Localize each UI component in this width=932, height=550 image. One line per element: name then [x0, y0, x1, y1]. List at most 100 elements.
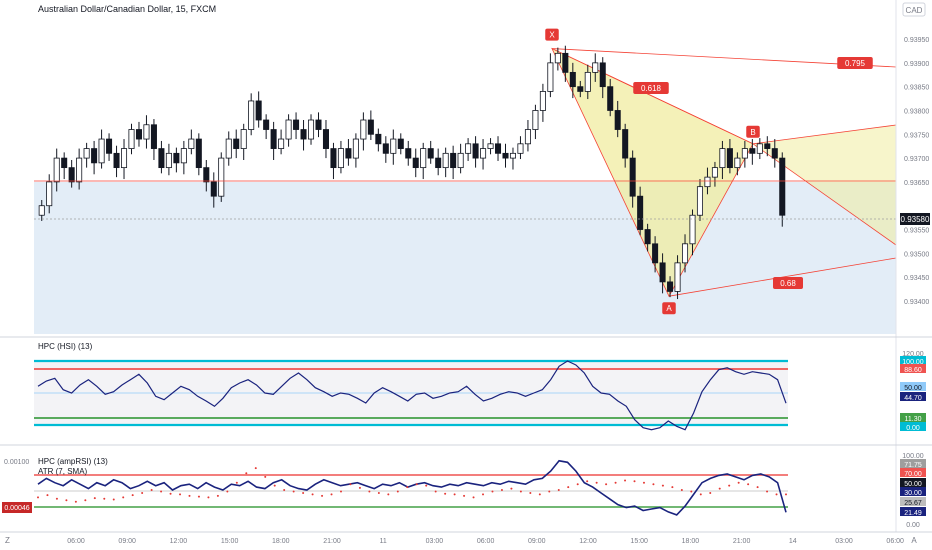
atr-dot — [567, 486, 570, 489]
candle-body — [68, 167, 75, 183]
time-tick-label: 03:00 — [426, 538, 444, 545]
time-tick-label: 15:00 — [630, 538, 648, 545]
atr-dot — [349, 483, 352, 486]
candle-body — [749, 148, 756, 154]
candle-body — [46, 181, 53, 207]
candle-body — [218, 157, 225, 197]
atr-dot — [368, 490, 371, 493]
atr-dot — [377, 491, 380, 494]
candle-body — [554, 52, 561, 64]
atr-dot — [624, 479, 627, 482]
atr-dot — [434, 490, 437, 493]
candle-body — [644, 229, 651, 245]
atr-dot — [453, 493, 456, 496]
atr-dot — [37, 496, 39, 499]
candle-body — [188, 138, 195, 149]
auto-scale-button[interactable]: A — [911, 536, 917, 545]
candle-body — [91, 148, 98, 164]
point-a-label: A — [666, 304, 672, 313]
time-tick-label: 18:00 — [682, 538, 700, 545]
atr-dot — [387, 493, 390, 496]
candle-body — [622, 129, 629, 159]
candle-body — [278, 138, 285, 149]
candle-body — [607, 86, 614, 111]
atr-dot — [216, 494, 219, 497]
amp-label: 100.00 — [902, 453, 924, 460]
point-b-label: B — [750, 128, 755, 137]
atr-dot — [548, 490, 551, 493]
atr-top-label: 0.00100 — [4, 459, 29, 466]
support-zone — [34, 182, 896, 334]
atr-dot — [302, 491, 305, 494]
atr-dot — [55, 497, 58, 500]
atr-title: ATR (7, SMA) — [38, 467, 88, 476]
candle-body — [106, 138, 113, 154]
time-tick-label: 11 — [380, 538, 387, 545]
candle-body — [293, 119, 300, 130]
atr-dot — [652, 483, 655, 486]
candle-body — [764, 143, 771, 149]
candle-body — [659, 262, 666, 283]
atr-dot — [633, 480, 636, 483]
atr-dot — [330, 493, 333, 496]
timezone-button[interactable]: Z — [5, 536, 10, 545]
time-tick-label: 12:00 — [579, 538, 597, 545]
candle-body — [360, 119, 367, 140]
candle-body — [158, 148, 165, 169]
candle-body — [480, 148, 487, 159]
atr-dot — [538, 493, 541, 496]
atr-dot — [728, 484, 731, 487]
candle-body — [405, 148, 412, 159]
candle-body — [614, 110, 621, 130]
candle-body — [300, 129, 307, 140]
atr-dot — [576, 483, 579, 486]
candle-body — [592, 62, 599, 73]
candle-body — [61, 157, 68, 169]
candle-body — [98, 138, 105, 164]
candle-body — [599, 62, 606, 88]
time-tick-label: 15:00 — [221, 538, 239, 545]
atr-dot — [84, 499, 87, 502]
atr-dot — [614, 481, 617, 484]
candle-body — [390, 138, 397, 154]
point-x-label: X — [549, 31, 555, 40]
atr-dot — [169, 492, 172, 495]
candle-body — [442, 152, 449, 169]
amp-label: 25.67 — [904, 500, 922, 507]
price-tick-label: 0.93550 — [904, 228, 929, 235]
candle-body — [397, 138, 404, 149]
candle-body — [322, 129, 329, 149]
time-tick-label: 03:00 — [835, 538, 853, 545]
candle-body — [375, 133, 382, 145]
price-tick-label: 0.93700 — [904, 156, 929, 163]
candle-body — [517, 143, 524, 154]
candle-body — [203, 167, 210, 183]
trading-chart[interactable]: X A B 0.618 0.795 0.68 Australian Dollar/Cana… — [0, 0, 932, 550]
candle-body — [689, 214, 696, 245]
hsi-label: 50.00 — [904, 385, 922, 392]
atr-dot — [122, 496, 125, 499]
atr-dot — [93, 497, 96, 500]
candle-body — [165, 152, 172, 169]
atr-dot — [396, 490, 399, 493]
candle-body — [637, 195, 644, 230]
candle-body — [233, 138, 240, 149]
amp-label: 21.49 — [904, 510, 922, 517]
candle-body — [382, 143, 389, 154]
atr-dot — [112, 498, 115, 501]
candle-body — [240, 129, 247, 149]
atr-dot — [358, 486, 361, 489]
candle-body — [143, 124, 150, 140]
candle-body — [756, 143, 763, 154]
candle-body — [629, 157, 636, 197]
candle-body — [682, 243, 689, 264]
candle-body — [345, 148, 352, 159]
candle-body — [113, 152, 120, 169]
atr-dot — [529, 491, 532, 494]
time-tick-label: 12:00 — [170, 538, 188, 545]
atr-dot — [690, 490, 693, 493]
atr-dot — [254, 467, 257, 470]
atr-dot — [141, 491, 144, 494]
candle-body — [495, 143, 502, 154]
ratio-xab-label: 0.618 — [641, 84, 662, 93]
